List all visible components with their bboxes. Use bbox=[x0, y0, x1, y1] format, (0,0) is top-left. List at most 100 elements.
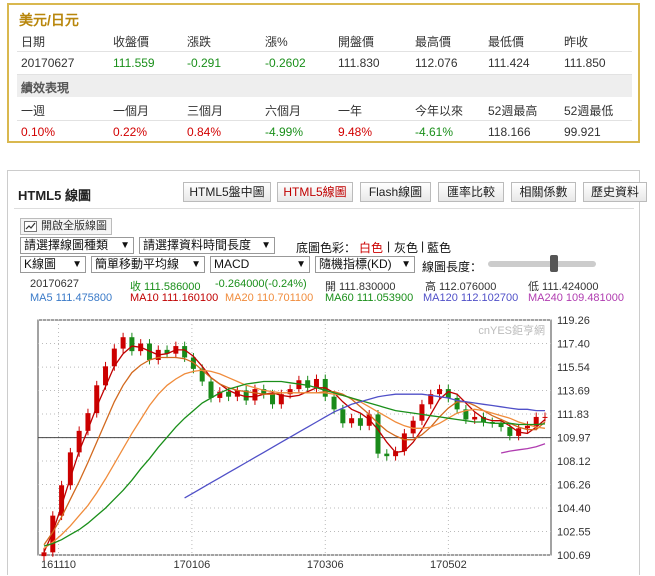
info-ma60: MA60 111.053900 bbox=[325, 292, 414, 304]
candle-body bbox=[270, 394, 276, 405]
x-tick-label: 170502 bbox=[430, 559, 467, 571]
candle-body bbox=[226, 391, 232, 397]
candle-body bbox=[357, 418, 363, 426]
line-length-label: 線圖長度： bbox=[422, 260, 483, 274]
perf-ytd: -4.61% bbox=[415, 125, 454, 139]
perf-52w-low: 99.921 bbox=[564, 125, 601, 139]
line-length-slider[interactable] bbox=[488, 261, 596, 267]
price-chart[interactable]: 119.26 117.40 115.54 113.69 111.83 109.97 108.… bbox=[8, 306, 639, 576]
candle-body bbox=[349, 418, 355, 424]
y-tick-label: 119.26 bbox=[557, 315, 590, 327]
perf-header-52w-high: 52週最高 bbox=[488, 104, 538, 118]
chart-panel: HTML5 線圖 HTML5盤中圖 HTML5線圖 Flash線圖 匯率比較 相… bbox=[7, 170, 647, 576]
value-open: 111.830 bbox=[338, 56, 380, 70]
kd-value: 隨機指標(KD) bbox=[319, 257, 392, 271]
y-tick-label: 108.12 bbox=[557, 456, 591, 468]
tab-history[interactable]: 歷史資料 bbox=[583, 182, 647, 202]
x-tick-label: 161110 bbox=[41, 559, 76, 571]
perf-header-week: 一週 bbox=[21, 104, 46, 118]
x-tick-label: 170306 bbox=[307, 559, 344, 571]
y-tick-label: 109.97 bbox=[557, 433, 591, 445]
perf-3month: 0.84% bbox=[187, 125, 222, 139]
value-close: 111.559 bbox=[113, 56, 155, 70]
bg-blue-option[interactable]: 藍色 bbox=[427, 239, 451, 256]
chart-type-value: 請選擇線圖種類 bbox=[24, 238, 109, 252]
y-tick-label: 117.40 bbox=[557, 339, 590, 351]
header-open: 開盤價 bbox=[338, 35, 375, 49]
header-date: 日期 bbox=[21, 35, 46, 49]
bg-color-label: 底圖色彩： bbox=[296, 241, 357, 255]
header-change-pct: 漲% bbox=[265, 35, 288, 49]
chevron-down-icon: ▼ bbox=[72, 259, 82, 270]
candle-body bbox=[375, 414, 381, 454]
candle-body bbox=[313, 378, 319, 388]
value-prev-close: 111.850 bbox=[564, 56, 606, 70]
y-tick-label: 100.69 bbox=[557, 550, 591, 562]
candle-body bbox=[524, 425, 530, 429]
info-change: -0.264000(-0.24%) bbox=[215, 278, 307, 290]
chevron-down-icon: ▼ bbox=[401, 259, 411, 270]
chevron-down-icon: ▼ bbox=[120, 240, 130, 251]
tab-correlation[interactable]: 相關係數 bbox=[511, 182, 576, 202]
performance-header-row: 一週 一個月 三個月 六個月 一年 今年以來 52週最高 52週最低 bbox=[17, 98, 632, 121]
info-ma20: MA20 110.701100 bbox=[225, 292, 314, 304]
candle-body bbox=[331, 396, 337, 410]
candle-body bbox=[76, 430, 82, 453]
perf-month: 0.22% bbox=[113, 125, 148, 139]
performance-section-header: 績效表現 bbox=[17, 75, 632, 97]
info-date: 20170627 bbox=[30, 278, 79, 290]
y-tick-label: 113.69 bbox=[557, 385, 590, 397]
kline-select[interactable]: K線圖 ▼ bbox=[20, 256, 86, 273]
currency-pair-title: 美元/日元 bbox=[19, 12, 79, 28]
chart-type-select[interactable]: 請選擇線圖種類 ▼ bbox=[20, 237, 134, 254]
info-ma240: MA240 109.481000 bbox=[528, 292, 625, 304]
perf-header-3month: 三個月 bbox=[187, 104, 224, 118]
candle-body bbox=[419, 404, 425, 421]
performance-value-row: 0.10% 0.22% 0.84% -4.99% 9.48% -4.61% 11… bbox=[17, 121, 632, 143]
macd-value: MACD bbox=[214, 257, 250, 271]
divider bbox=[14, 208, 634, 209]
quote-summary-panel: 美元/日元 日期 收盤價 漲跌 漲% 開盤價 最高價 最低價 昨收 201706… bbox=[7, 3, 640, 143]
chart-icon bbox=[24, 221, 37, 232]
candle-body bbox=[384, 453, 390, 457]
time-length-select[interactable]: 請選擇資料時間長度 ▼ bbox=[139, 237, 275, 254]
header-prev-close: 昨收 bbox=[564, 35, 589, 49]
candle-body bbox=[252, 389, 258, 401]
time-length-value: 請選擇資料時間長度 bbox=[143, 238, 252, 252]
bg-divider-2: | bbox=[421, 239, 425, 253]
macd-select[interactable]: MACD ▼ bbox=[210, 256, 310, 273]
tab-html5-intraday[interactable]: HTML5盤中圖 bbox=[183, 182, 271, 202]
candle-body bbox=[120, 337, 126, 349]
kd-select[interactable]: 隨機指標(KD) ▼ bbox=[315, 256, 415, 273]
line-length-slider-thumb[interactable] bbox=[550, 255, 558, 272]
candle-body bbox=[94, 385, 100, 414]
bg-white-option[interactable]: 白色 bbox=[359, 239, 383, 256]
ma-value: 簡單移動平均線 bbox=[95, 257, 180, 271]
y-tick-label: 104.40 bbox=[557, 503, 591, 515]
value-date: 20170627 bbox=[21, 56, 75, 70]
perf-header-52w-low: 52週最低 bbox=[564, 104, 614, 118]
ma-select[interactable]: 簡單移動平均線 ▼ bbox=[91, 256, 205, 273]
tab-flash-chart[interactable]: Flash線圖 bbox=[360, 182, 431, 202]
info-ma120: MA120 112.102700 bbox=[423, 292, 519, 304]
y-tick-label: 111.83 bbox=[557, 409, 589, 421]
info-ma5: MA5 111.475800 bbox=[30, 292, 113, 304]
candle-body bbox=[410, 420, 416, 434]
chevron-down-icon: ▼ bbox=[191, 259, 201, 270]
open-full-chart-button[interactable]: 開啟全版線圖 bbox=[20, 218, 112, 235]
header-close: 收盤價 bbox=[113, 35, 150, 49]
value-change: -0.291 bbox=[187, 56, 222, 70]
tab-html5-chart[interactable]: HTML5線圖 bbox=[277, 182, 353, 202]
candle-body bbox=[542, 416, 548, 418]
perf-week: 0.10% bbox=[21, 125, 56, 139]
candle-body bbox=[67, 452, 73, 486]
y-tick-label: 106.26 bbox=[557, 480, 591, 492]
kline-value: K線圖 bbox=[24, 257, 57, 271]
candle-body bbox=[41, 552, 47, 557]
x-tick-label: 170106 bbox=[174, 559, 211, 571]
quote-value-row: 20170627 111.559 -0.291 -0.2602 111.830 … bbox=[17, 52, 632, 75]
bg-gray-option[interactable]: 灰色 bbox=[394, 239, 418, 256]
candle-body bbox=[507, 427, 513, 436]
candle-body bbox=[340, 409, 346, 424]
tab-rate-compare[interactable]: 匯率比較 bbox=[438, 182, 504, 202]
